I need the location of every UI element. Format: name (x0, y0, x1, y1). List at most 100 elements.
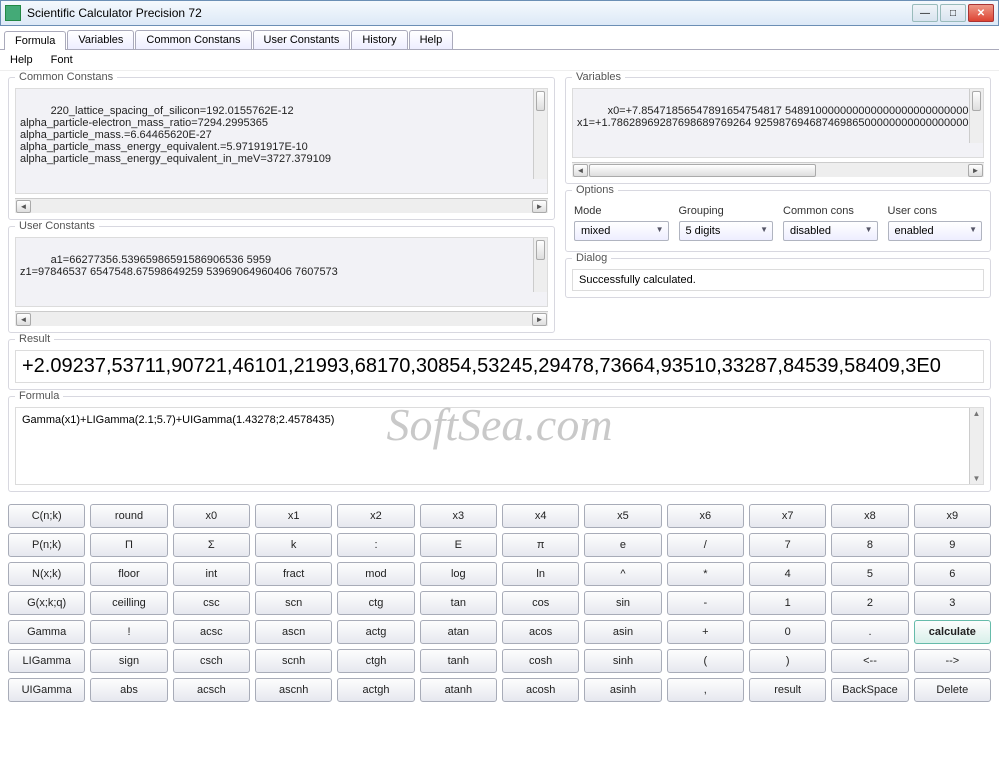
calc-btn-actg[interactable]: actg (337, 620, 414, 644)
calc-btn-x3[interactable]: x3 (420, 504, 497, 528)
calc-btn-g-x-k-q[interactable]: G(x;k;q) (8, 591, 85, 615)
calc-btn-ctgh[interactable]: ctgh (337, 649, 414, 673)
calc-btn-btn[interactable]: ) (749, 649, 826, 673)
scroll-left-icon[interactable]: ◄ (573, 164, 588, 177)
calc-btn-acsch[interactable]: acsch (173, 678, 250, 702)
calc-btn-btn[interactable]: ^ (584, 562, 661, 586)
calc-btn-btn[interactable]: Π (90, 533, 167, 557)
calc-btn-btn[interactable]: ! (90, 620, 167, 644)
calc-btn-x5[interactable]: x5 (584, 504, 661, 528)
calc-btn-x9[interactable]: x9 (914, 504, 991, 528)
calc-btn-x8[interactable]: x8 (831, 504, 908, 528)
menu-font[interactable]: Font (51, 54, 73, 66)
calc-btn-btn[interactable]: <-- (831, 649, 908, 673)
calc-btn-acos[interactable]: acos (502, 620, 579, 644)
calc-btn-fract[interactable]: fract (255, 562, 332, 586)
calc-btn-btn[interactable]: . (831, 620, 908, 644)
scroll-left-icon[interactable]: ◄ (16, 313, 31, 326)
calc-btn-cos[interactable]: cos (502, 591, 579, 615)
calc-btn-1[interactable]: 1 (749, 591, 826, 615)
calc-btn-x6[interactable]: x6 (667, 504, 744, 528)
scrollbar-vertical[interactable] (969, 89, 983, 143)
calc-btn-k[interactable]: k (255, 533, 332, 557)
calc-btn-ctg[interactable]: ctg (337, 591, 414, 615)
calc-btn-acsc[interactable]: acsc (173, 620, 250, 644)
calc-btn-abs[interactable]: abs (90, 678, 167, 702)
calc-btn-calculate[interactable]: calculate (914, 620, 991, 644)
tab-formula[interactable]: Formula (4, 31, 66, 50)
calc-btn-atanh[interactable]: atanh (420, 678, 497, 702)
calc-btn-n-x-k[interactable]: N(x;k) (8, 562, 85, 586)
scrollbar-horizontal[interactable]: ◄ ► (572, 162, 984, 177)
calc-btn-uigamma[interactable]: UIGamma (8, 678, 85, 702)
calc-btn-cosh[interactable]: cosh (502, 649, 579, 673)
calc-btn-x0[interactable]: x0 (173, 504, 250, 528)
calc-btn-btn[interactable]: Σ (173, 533, 250, 557)
calc-btn-btn[interactable]: ( (667, 649, 744, 673)
calc-btn-btn[interactable]: --> (914, 649, 991, 673)
scroll-right-icon[interactable]: ► (532, 200, 547, 213)
scrollbar-vertical[interactable] (969, 408, 983, 484)
user-constants-text[interactable]: a1=66277356.53965986591586906536 5959 z1… (15, 237, 548, 307)
calc-btn-result[interactable]: result (749, 678, 826, 702)
calc-btn-btn[interactable]: + (667, 620, 744, 644)
scroll-right-icon[interactable]: ► (968, 164, 983, 177)
calc-btn-asinh[interactable]: asinh (584, 678, 661, 702)
menu-help[interactable]: Help (10, 54, 33, 66)
calc-btn-btn[interactable]: : (337, 533, 414, 557)
calc-btn-ligamma[interactable]: LIGamma (8, 649, 85, 673)
calc-btn-7[interactable]: 7 (749, 533, 826, 557)
scroll-left-icon[interactable]: ◄ (16, 200, 31, 213)
calc-btn-8[interactable]: 8 (831, 533, 908, 557)
calc-btn-x7[interactable]: x7 (749, 504, 826, 528)
calc-btn-x2[interactable]: x2 (337, 504, 414, 528)
scroll-thumb[interactable] (589, 164, 816, 177)
calc-btn-sinh[interactable]: sinh (584, 649, 661, 673)
formula-input[interactable]: Gamma(x1)+LIGamma(2.1;5.7)+UIGamma(1.432… (15, 407, 984, 485)
calc-btn-btn[interactable]: - (667, 591, 744, 615)
select-grouping[interactable]: 5 digits (679, 221, 774, 241)
calc-btn-btn[interactable]: , (667, 678, 744, 702)
maximize-button[interactable]: □ (940, 4, 966, 22)
calc-btn-2[interactable]: 2 (831, 591, 908, 615)
tab-help[interactable]: Help (409, 30, 454, 49)
calc-btn-6[interactable]: 6 (914, 562, 991, 586)
select-user-cons[interactable]: enabled (888, 221, 983, 241)
calc-btn-actgh[interactable]: actgh (337, 678, 414, 702)
scrollbar-horizontal[interactable]: ◄ ► (15, 311, 548, 326)
calc-btn-sign[interactable]: sign (90, 649, 167, 673)
tab-history[interactable]: History (351, 30, 407, 49)
calc-btn-tan[interactable]: tan (420, 591, 497, 615)
calc-btn-csch[interactable]: csch (173, 649, 250, 673)
tab-user-constants[interactable]: User Constants (253, 30, 351, 49)
tab-common-constans[interactable]: Common Constans (135, 30, 251, 49)
calc-btn-sin[interactable]: sin (584, 591, 661, 615)
calc-btn-floor[interactable]: floor (90, 562, 167, 586)
minimize-button[interactable]: — (912, 4, 938, 22)
calc-btn-gamma[interactable]: Gamma (8, 620, 85, 644)
calc-btn-x1[interactable]: x1 (255, 504, 332, 528)
select-common-cons[interactable]: disabled (783, 221, 878, 241)
calc-btn-round[interactable]: round (90, 504, 167, 528)
calc-btn-log[interactable]: log (420, 562, 497, 586)
calc-btn-tanh[interactable]: tanh (420, 649, 497, 673)
calc-btn-ln[interactable]: ln (502, 562, 579, 586)
scrollbar-vertical[interactable] (533, 238, 547, 292)
scrollbar-horizontal[interactable]: ◄ ► (15, 198, 548, 213)
calc-btn-4[interactable]: 4 (749, 562, 826, 586)
close-button[interactable]: ✕ (968, 4, 994, 22)
calc-btn-asin[interactable]: asin (584, 620, 661, 644)
calc-btn-e[interactable]: E (420, 533, 497, 557)
calc-btn-btn[interactable]: / (667, 533, 744, 557)
common-constants-text[interactable]: 220_lattice_spacing_of_silicon=192.01557… (15, 88, 548, 194)
calc-btn-backspace[interactable]: BackSpace (831, 678, 908, 702)
calc-btn-btn[interactable]: * (667, 562, 744, 586)
select-mode[interactable]: mixed (574, 221, 669, 241)
calc-btn-atan[interactable]: atan (420, 620, 497, 644)
calc-btn-csc[interactable]: csc (173, 591, 250, 615)
calc-btn-c-n-k[interactable]: C(n;k) (8, 504, 85, 528)
result-value[interactable]: +2.09237,53711,90721,46101,21993,68170,3… (15, 350, 984, 383)
calc-btn-x4[interactable]: x4 (502, 504, 579, 528)
calc-btn-e[interactable]: e (584, 533, 661, 557)
scrollbar-vertical[interactable] (533, 89, 547, 179)
